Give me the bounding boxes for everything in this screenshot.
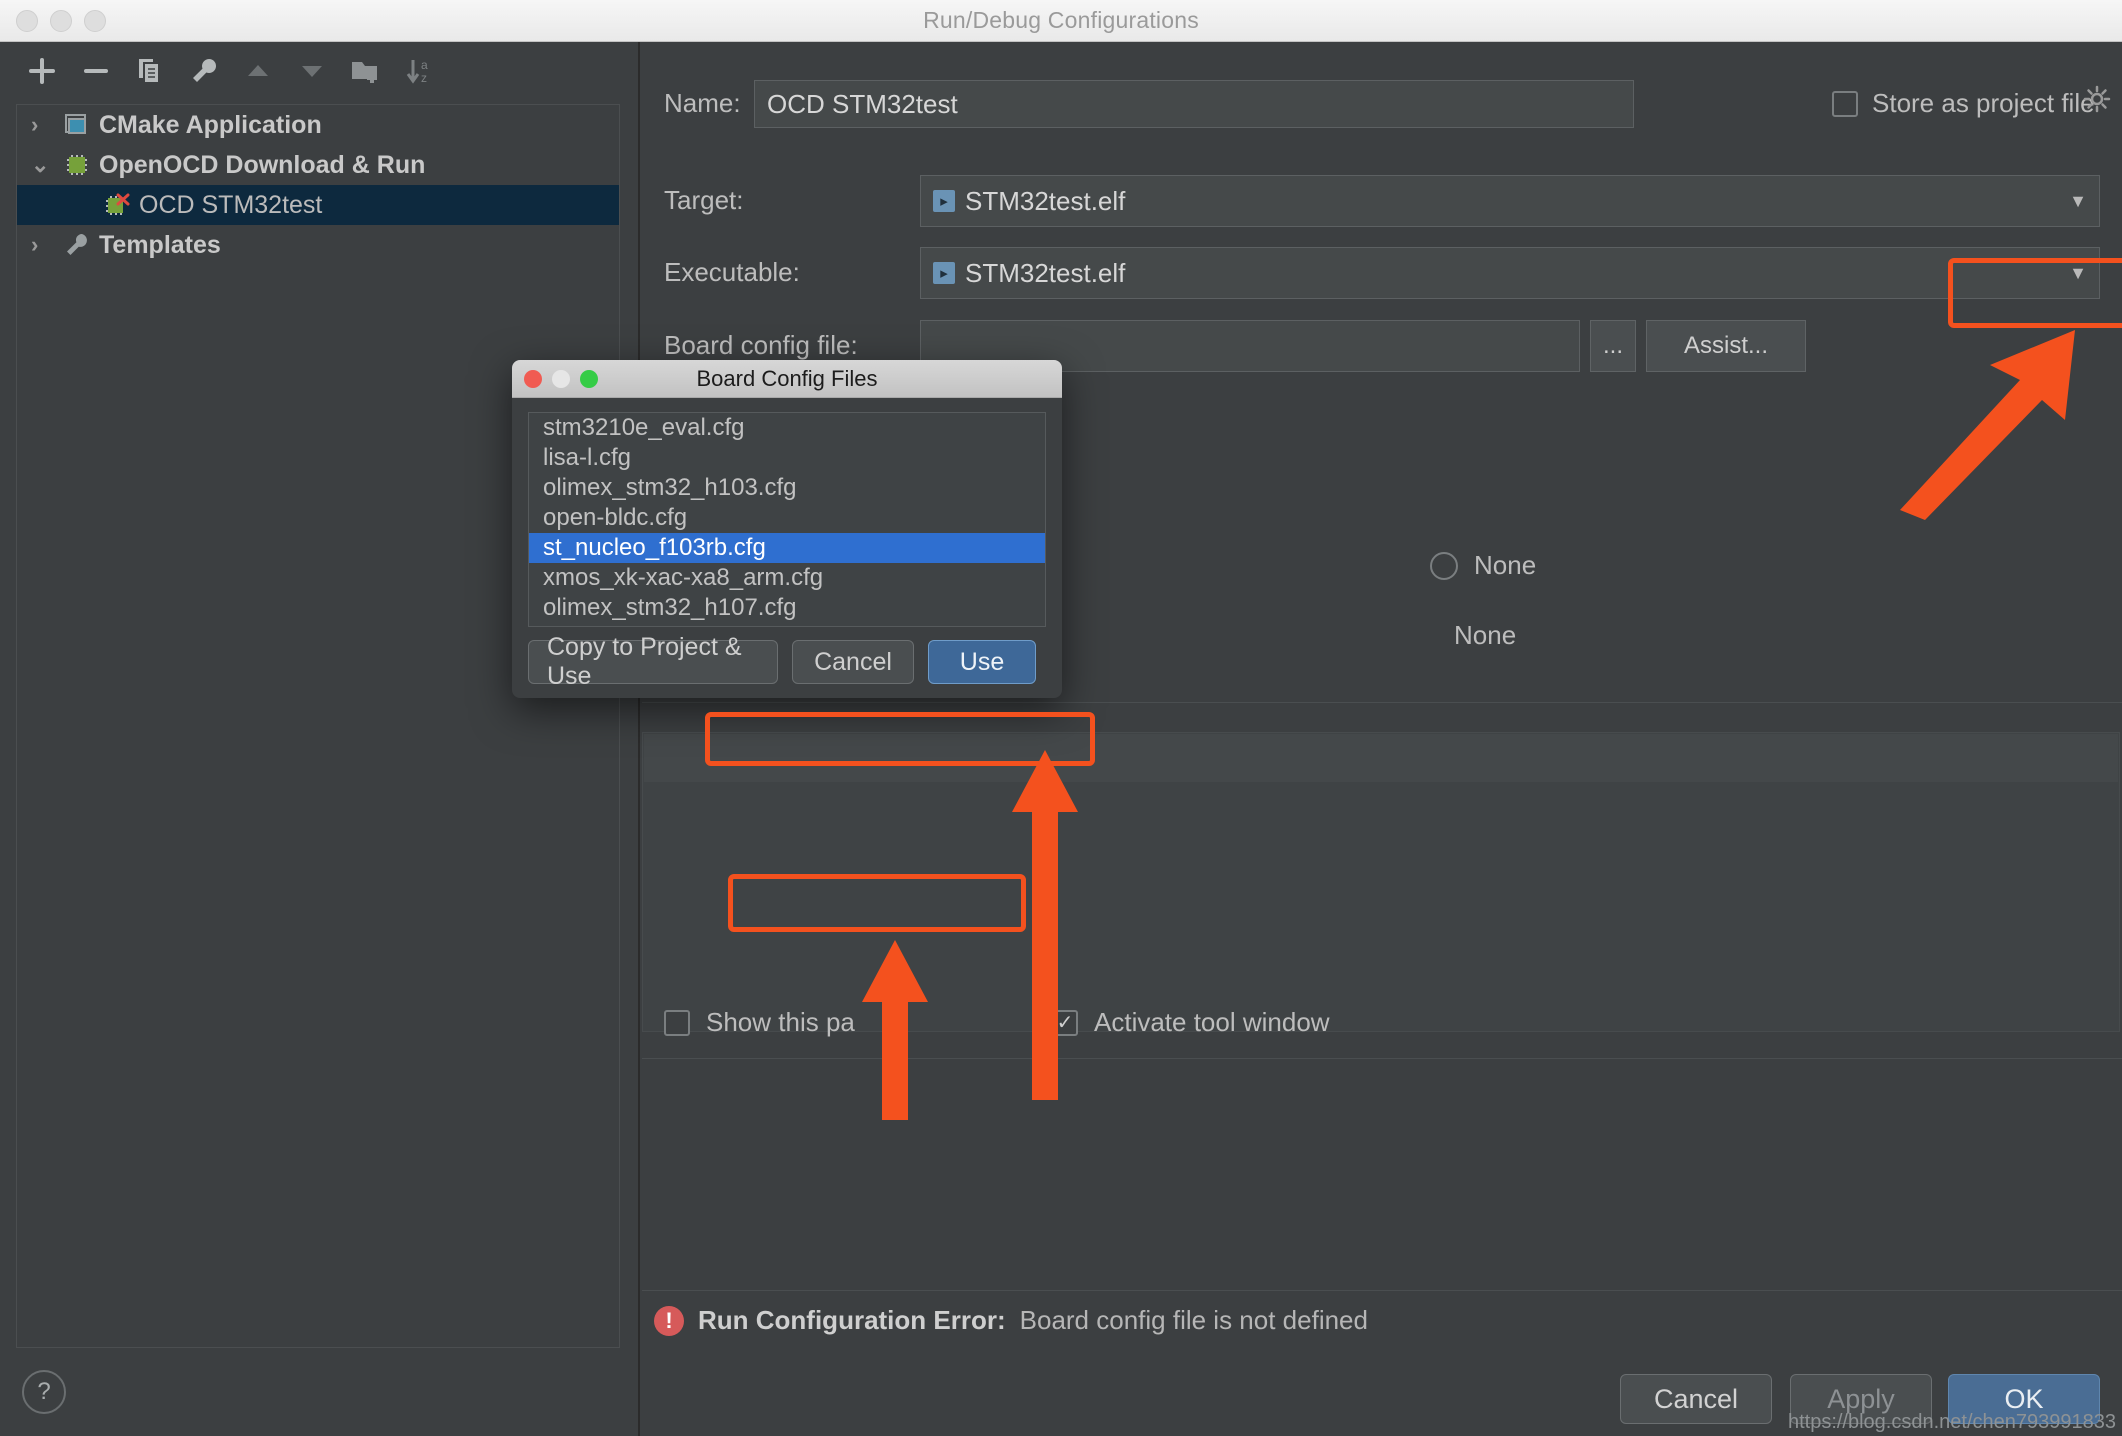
wrench-icon xyxy=(63,231,91,259)
section-divider xyxy=(642,702,2122,703)
list-item[interactable]: xmos_xk-xac-xa8_arm.cfg xyxy=(529,563,1045,593)
executable-label: Executable: xyxy=(664,257,800,287)
add-icon[interactable] xyxy=(22,51,62,91)
gear-icon[interactable] xyxy=(2082,85,2112,115)
sidebar-toolbar: a z xyxy=(0,42,640,100)
list-item[interactable]: lisa-l.cfg xyxy=(529,443,1045,473)
window-title: Run/Debug Configurations xyxy=(923,7,1199,33)
name-input[interactable]: OCD STM32test xyxy=(754,80,1634,128)
radio-button[interactable] xyxy=(1430,551,1458,580)
list-item[interactable]: open-bldc.cfg xyxy=(529,503,1045,533)
activate-tool-window-label: Activate tool window xyxy=(1094,1007,1330,1037)
error-message: Board config file is not defined xyxy=(1019,1305,1368,1335)
executable-row: Executable: ▸ STM32test.elf ▼ xyxy=(642,247,2122,299)
download-none-label: None xyxy=(1474,550,1537,580)
panel-divider xyxy=(642,1058,2122,1059)
checkbox-box[interactable] xyxy=(664,1009,690,1036)
cmake-icon xyxy=(63,111,91,139)
assist-button[interactable]: Assist... xyxy=(1646,320,1806,372)
target-row: Target: ▸ STM32test.elf ▼ xyxy=(642,175,2122,227)
board-config-dialog-buttons: Copy to Project & Use Cancel Use xyxy=(528,633,1046,690)
window-titlebar: Run/Debug Configurations xyxy=(0,0,2122,42)
sort-alpha-icon[interactable]: a z xyxy=(400,51,440,91)
before-launch-row xyxy=(644,734,2118,782)
run-configuration-error-bar: ! Run Configuration Error: Board config … xyxy=(642,1290,2122,1350)
list-item[interactable]: stm3210e_eval.cfg xyxy=(529,413,1045,443)
tree-item-ocd-stm32test[interactable]: OCD STM32test xyxy=(17,185,619,225)
download-none-radio[interactable]: None xyxy=(1430,550,1536,581)
list-item-selected[interactable]: st_nucleo_f103rb.cfg xyxy=(529,533,1045,563)
list-item[interactable]: olimex_stm32_h103.cfg xyxy=(529,473,1045,503)
executable-combobox[interactable]: ▸ STM32test.elf ▼ xyxy=(920,247,2100,299)
board-config-file-list[interactable]: stm3210e_eval.cfg lisa-l.cfg olimex_stm3… xyxy=(528,412,1046,627)
tree-item-label: OCD STM32test xyxy=(139,190,323,219)
dialog-cancel-button[interactable]: Cancel xyxy=(792,640,914,684)
watermark-text: https://blog.csdn.net/chen793991833 xyxy=(1787,1411,2116,1433)
cancel-button[interactable]: Cancel xyxy=(1620,1374,1772,1424)
tree-item-label: OpenOCD Download & Run xyxy=(99,150,426,179)
checkbox-box-checked[interactable]: ✓ xyxy=(1052,1009,1078,1036)
target-label: Target: xyxy=(664,185,744,215)
checkbox-box[interactable] xyxy=(1832,90,1858,117)
run-config-icon: ▸ xyxy=(933,190,955,212)
move-down-icon[interactable] xyxy=(292,51,332,91)
board-config-dialog-title: Board Config Files xyxy=(696,365,878,391)
name-row: Name: OCD STM32test Store as project fil… xyxy=(642,80,2122,128)
store-as-project-file-checkbox[interactable]: Store as project file xyxy=(1832,88,2095,119)
name-label: Name: xyxy=(664,88,741,118)
board-config-files-dialog: Board Config Files stm3210e_eval.cfg lis… xyxy=(512,360,1062,698)
remove-icon[interactable] xyxy=(76,51,116,91)
openocd-error-icon xyxy=(103,191,131,219)
executable-value: STM32test.elf xyxy=(965,257,1126,288)
show-this-page-label: Show this pa xyxy=(706,1007,855,1037)
tree-item-label: Templates xyxy=(99,230,221,259)
list-item[interactable]: olimex_stm32_p107.cfg xyxy=(529,623,1045,626)
chevron-down-icon[interactable]: ▼ xyxy=(2069,191,2087,212)
name-input-value: OCD STM32test xyxy=(767,88,958,119)
run-config-icon: ▸ xyxy=(933,262,955,284)
reset-none-label: None xyxy=(1454,620,1517,650)
activate-tool-window-checkbox[interactable]: ✓ Activate tool window xyxy=(1052,1007,1330,1038)
error-prefix: Run Configuration Error: xyxy=(698,1305,1006,1335)
svg-text:z: z xyxy=(421,71,427,85)
board-config-dialog-body: stm3210e_eval.cfg lisa-l.cfg olimex_stm3… xyxy=(512,398,1062,627)
wrench-icon[interactable] xyxy=(184,51,224,91)
show-this-page-checkbox[interactable]: Show this pa xyxy=(664,1007,855,1038)
new-folder-icon[interactable] xyxy=(346,51,386,91)
tree-item-templates[interactable]: › Templates xyxy=(17,225,619,265)
tree-item-label: CMake Application xyxy=(99,110,322,139)
configuration-detail-panel: Name: OCD STM32test Store as project fil… xyxy=(635,42,2122,1436)
chevron-down-icon[interactable]: ⌄ xyxy=(31,154,55,176)
target-combobox[interactable]: ▸ STM32test.elf ▼ xyxy=(920,175,2100,227)
dialog-use-button[interactable]: Use xyxy=(928,640,1036,684)
error-icon: ! xyxy=(654,1305,684,1336)
chevron-right-icon[interactable]: › xyxy=(31,234,55,256)
chevron-down-icon[interactable]: ▼ xyxy=(2069,263,2087,284)
run-debug-configurations-window: Run/Debug Configurations a z › CMake App… xyxy=(0,0,2122,1436)
configurations-sidebar: a z › CMake Application ⌄ OpenOCD Downlo… xyxy=(0,42,640,1436)
chevron-right-icon[interactable]: › xyxy=(31,114,55,136)
openocd-icon xyxy=(63,151,91,179)
svg-text:a: a xyxy=(421,58,428,72)
move-up-icon[interactable] xyxy=(238,51,278,91)
board-config-file-label: Board config file: xyxy=(664,330,858,360)
list-item[interactable]: olimex_stm32_h107.cfg xyxy=(529,593,1045,623)
configurations-tree[interactable]: › CMake Application ⌄ OpenOCD Download &… xyxy=(16,104,620,1348)
store-as-project-file-label: Store as project file xyxy=(1872,88,2095,118)
tree-item-openocd-download-run[interactable]: ⌄ OpenOCD Download & Run xyxy=(17,145,619,185)
target-value: STM32test.elf xyxy=(965,185,1126,216)
board-config-dialog-titlebar: Board Config Files xyxy=(512,360,1062,398)
copy-to-project-and-use-button[interactable]: Copy to Project & Use xyxy=(528,633,778,690)
tree-item-cmake-application[interactable]: › CMake Application xyxy=(17,105,619,145)
browse-button[interactable]: ... xyxy=(1590,320,1636,372)
copy-icon[interactable] xyxy=(130,51,170,91)
